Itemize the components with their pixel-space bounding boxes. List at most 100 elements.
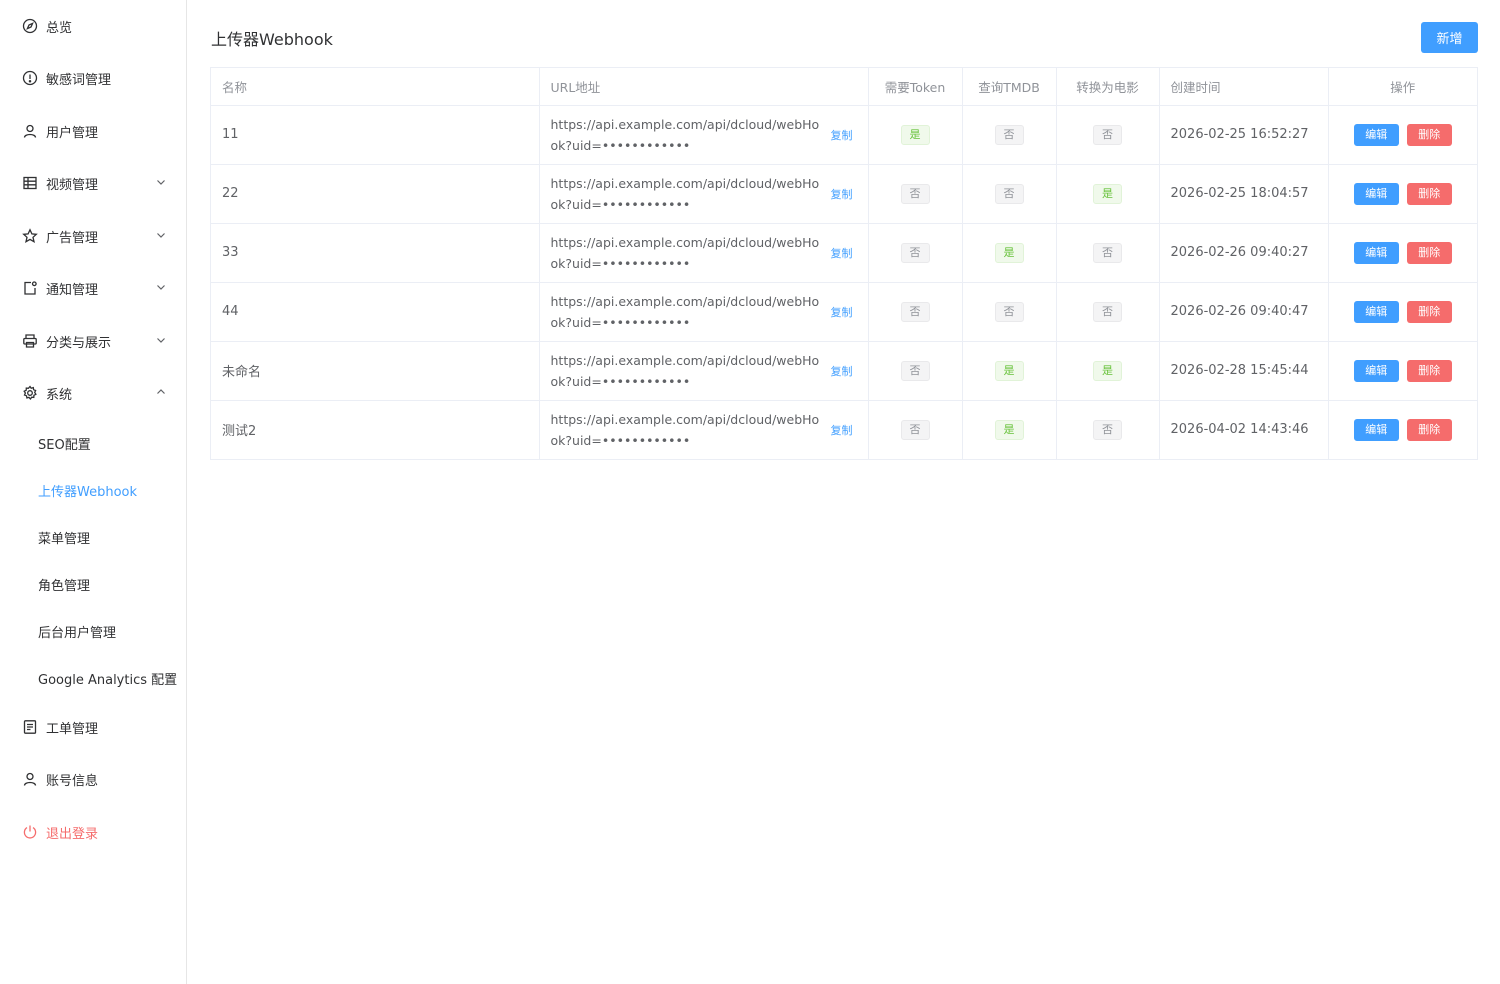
cell-name: 未命名 xyxy=(211,341,540,401)
column-header-name: 名称 xyxy=(211,68,540,106)
chevron-down-icon xyxy=(156,177,166,187)
delete-button[interactable]: 删除 xyxy=(1406,123,1452,146)
printer-icon xyxy=(22,333,38,349)
cell-query-tmdb: 否 xyxy=(962,164,1057,224)
cell-name: 44 xyxy=(211,282,540,342)
edit-button[interactable]: 编辑 xyxy=(1353,123,1399,146)
cell-need-token: 否 xyxy=(868,400,963,459)
sidebar-item-videos[interactable]: 视频管理 xyxy=(0,163,186,203)
copy-link[interactable]: 复制 xyxy=(831,363,853,379)
sidebar-item-label: 分类与展示 xyxy=(46,335,112,351)
url-cell: https://api.example.com/api/dcloud/webHo… xyxy=(551,114,868,156)
column-header-need-token: 需要Token xyxy=(868,68,963,106)
copy-link[interactable]: 复制 xyxy=(831,127,853,143)
copy-link[interactable]: 复制 xyxy=(831,422,853,438)
edit-button[interactable]: 编辑 xyxy=(1353,359,1399,382)
url-cell: https://api.example.com/api/dcloud/webHo… xyxy=(551,409,868,451)
cell-created: 2026-02-26 09:40:27 xyxy=(1159,223,1329,283)
sidebar-subitem-uploader-webhook[interactable]: 上传器Webhook xyxy=(0,472,186,508)
url-text: https://api.example.com/api/dcloud/webHo… xyxy=(550,175,820,212)
sidebar-item-label: 账号信息 xyxy=(46,773,99,789)
sidebar-subitem-google-analytics[interactable]: Google Analytics 配置 xyxy=(0,660,186,696)
sidebar-subitem-label: Google Analytics 配置 xyxy=(38,672,178,688)
sidebar-subitem-role-management[interactable]: 角色管理 xyxy=(0,566,186,602)
cell-query-tmdb: 是 xyxy=(962,400,1057,459)
cell-created: 2026-02-25 16:52:27 xyxy=(1159,105,1329,165)
sidebar-subitem-admin-users[interactable]: 后台用户管理 xyxy=(0,613,186,649)
edit-button[interactable]: 编辑 xyxy=(1353,182,1399,205)
sidebar-subitem-menu-management[interactable]: 菜单管理 xyxy=(0,519,186,555)
delete-button[interactable]: 删除 xyxy=(1406,300,1452,323)
need-token-tag: 是 xyxy=(900,124,930,145)
cell-query-tmdb: 是 xyxy=(962,223,1057,283)
url-text: https://api.example.com/api/dcloud/webHo… xyxy=(550,234,820,271)
sidebar-item-logout[interactable]: 退出登录 xyxy=(0,812,186,852)
sidebar-subitem-label: 角色管理 xyxy=(38,578,91,594)
delete-button[interactable]: 删除 xyxy=(1406,359,1452,382)
url-cell: https://api.example.com/api/dcloud/webHo… xyxy=(551,350,868,392)
sidebar-item-ads[interactable]: 广告管理 xyxy=(0,216,186,256)
sidebar-item-account[interactable]: 账号信息 xyxy=(0,759,186,799)
copy-link[interactable]: 复制 xyxy=(831,245,853,261)
sidebar-item-categories[interactable]: 分类与展示 xyxy=(0,321,186,361)
cell-query-tmdb: 否 xyxy=(962,105,1057,165)
cell-to-movie: 否 xyxy=(1056,105,1160,165)
copy-link[interactable]: 复制 xyxy=(831,186,853,202)
cell-to-movie: 否 xyxy=(1056,400,1160,459)
sidebar-item-label: 视频管理 xyxy=(46,177,99,193)
query-tmdb-tag: 否 xyxy=(994,183,1024,204)
cell-name: 22 xyxy=(211,164,540,224)
delete-button[interactable]: 删除 xyxy=(1406,182,1452,205)
to-movie-tag: 否 xyxy=(1093,124,1122,145)
url-cell: https://api.example.com/api/dcloud/webHo… xyxy=(551,173,868,215)
add-button[interactable]: 新增 xyxy=(1421,22,1478,53)
copy-link[interactable]: 复制 xyxy=(831,304,853,320)
gear-icon xyxy=(22,385,38,401)
cell-need-token: 否 xyxy=(868,282,963,342)
need-token-tag: 否 xyxy=(900,242,930,263)
edit-button[interactable]: 编辑 xyxy=(1353,418,1399,441)
sidebar-item-users[interactable]: 用户管理 xyxy=(0,111,186,151)
cell-ops: 编辑 删除 xyxy=(1328,164,1477,224)
bell-icon xyxy=(22,280,38,296)
table-row: 11 https://api.example.com/api/dcloud/web… xyxy=(211,105,1477,165)
alert-circle-icon xyxy=(22,70,38,86)
sidebar-item-sensitive-words[interactable]: 敏感词管理 xyxy=(0,58,186,98)
column-header-created: 创建时间 xyxy=(1159,68,1329,106)
cell-to-movie: 否 xyxy=(1056,282,1160,342)
delete-button[interactable]: 删除 xyxy=(1406,418,1452,441)
page-title: 上传器Webhook xyxy=(211,30,333,49)
sidebar-subitem-label: SEO配置 xyxy=(38,437,91,453)
cell-name: 测试2 xyxy=(211,400,540,459)
column-header-url: URL地址 xyxy=(539,68,869,106)
table-row: 22 https://api.example.com/api/dcloud/web… xyxy=(211,164,1477,224)
sidebar-subitem-label: 上传器Webhook xyxy=(38,484,138,500)
cell-ops: 编辑 删除 xyxy=(1328,341,1477,401)
sidebar-item-label: 退出登录 xyxy=(46,826,99,842)
edit-button[interactable]: 编辑 xyxy=(1353,300,1399,323)
sidebar-item-label: 通知管理 xyxy=(46,282,99,298)
need-token-tag: 否 xyxy=(900,360,930,381)
cell-url: https://api.example.com/api/dcloud/webHo… xyxy=(539,223,869,283)
delete-button[interactable]: 删除 xyxy=(1406,241,1452,264)
sidebar-item-overview[interactable]: 总览 xyxy=(0,6,186,46)
cell-name: 33 xyxy=(211,223,540,283)
sidebar-item-notifications[interactable]: 通知管理 xyxy=(0,268,186,308)
sidebar-subitem-seo[interactable]: SEO配置 xyxy=(0,425,186,461)
cell-to-movie: 是 xyxy=(1056,164,1160,224)
column-header-query-tmdb: 查询TMDB xyxy=(962,68,1057,106)
to-movie-tag: 是 xyxy=(1093,360,1122,381)
compass-icon xyxy=(22,18,38,34)
query-tmdb-tag: 否 xyxy=(994,124,1024,145)
column-header-ops: 操作 xyxy=(1328,68,1477,106)
sidebar-item-tickets[interactable]: 工单管理 xyxy=(0,707,186,747)
url-text: https://api.example.com/api/dcloud/webHo… xyxy=(550,411,820,448)
cell-to-movie: 是 xyxy=(1056,341,1160,401)
to-movie-tag: 是 xyxy=(1093,183,1122,204)
edit-button[interactable]: 编辑 xyxy=(1353,241,1399,264)
query-tmdb-tag: 是 xyxy=(994,242,1024,263)
sidebar-item-system[interactable]: 系统 xyxy=(0,373,186,413)
need-token-tag: 否 xyxy=(900,419,930,440)
grid-icon xyxy=(22,175,38,191)
sidebar-subitem-label: 菜单管理 xyxy=(38,531,91,547)
